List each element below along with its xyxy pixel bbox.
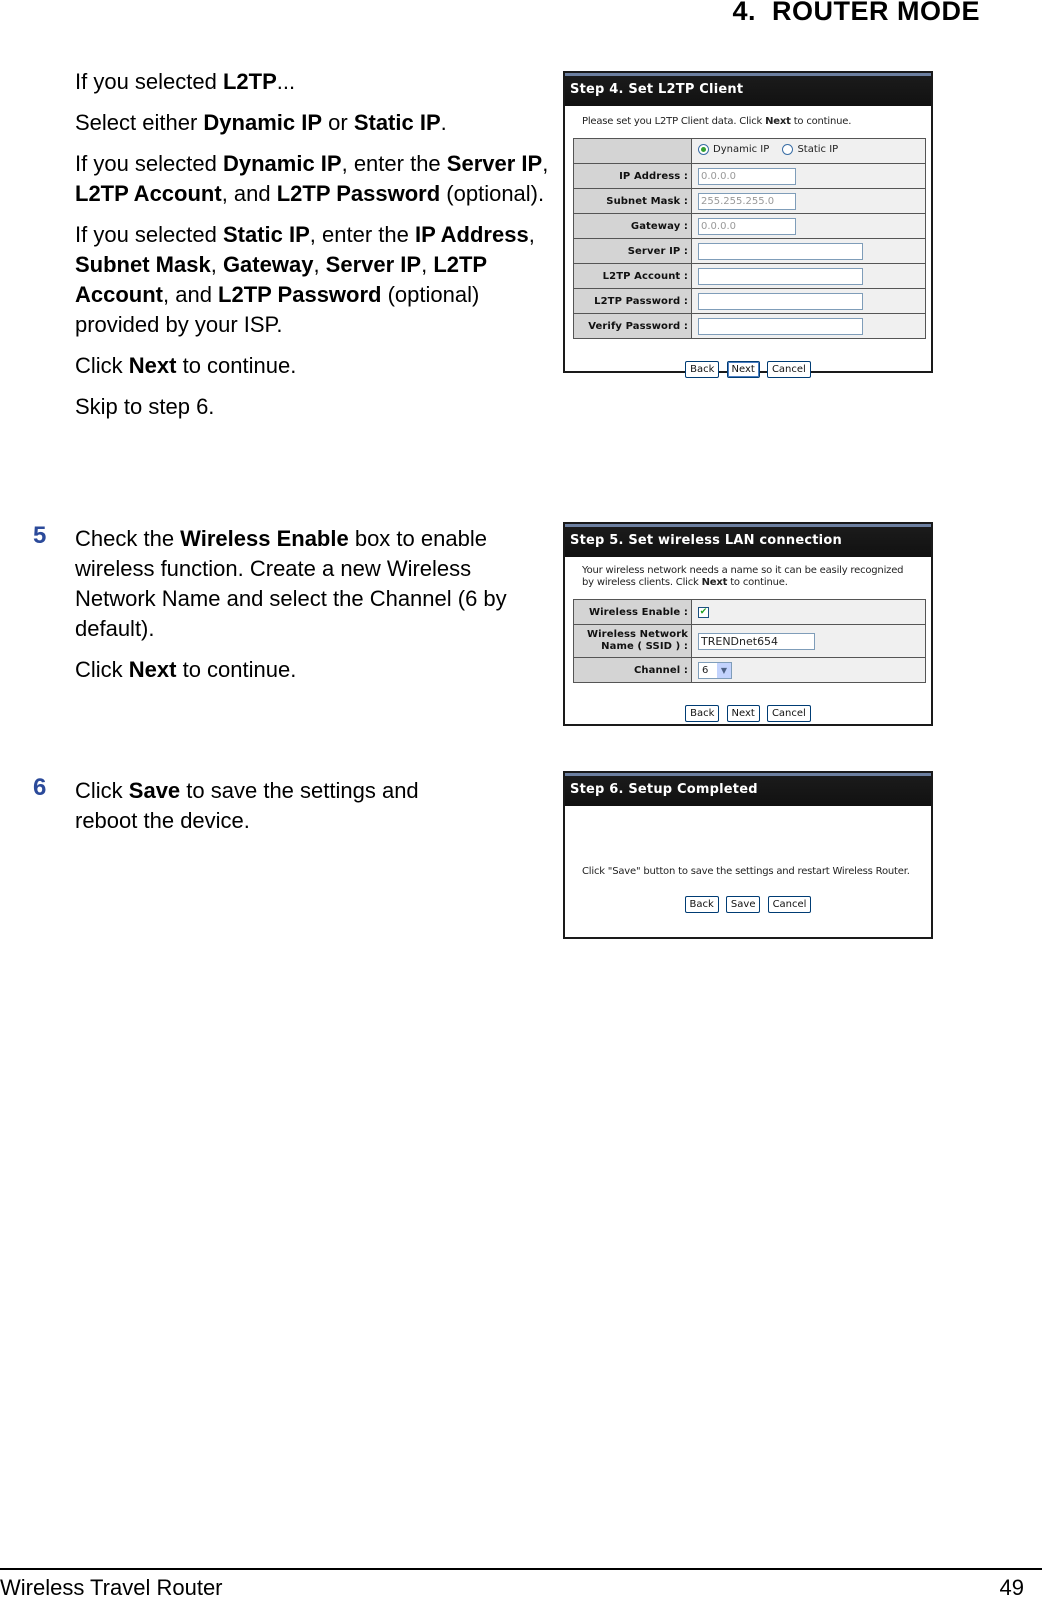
field-label: Server IP : [573,238,692,264]
l2tp-click-next: Click Next to continue. [75,353,297,378]
back-button[interactable]: Back [685,705,720,722]
save-button[interactable]: Save [725,896,761,913]
panel-title: Step 5. Set wireless LAN connection [565,524,931,557]
gateway-input[interactable]: 0.0.0.0 [698,217,796,235]
step5-click-next: Click Next to continue. [75,657,297,682]
button-row: Back Save Cancel [565,892,931,913]
panel-title: Step 4. Set L2TP Client [565,73,931,106]
field-label: Gateway : [573,213,692,239]
l2tp-form-table: Dynamic IP Static IP IP Address : 0.0.0.0… [573,138,926,339]
form-row: Server IP : [573,238,926,264]
footer-divider [0,1568,1042,1570]
chevron-down-icon: ▼ [717,662,731,678]
button-row: Back Next Cancel [565,357,931,378]
radio-unselected-icon [782,144,794,155]
step5-instructions: Check the Wireless Enable box to enable … [75,524,515,696]
panel-description: Please set you L2TP Client data. Click N… [582,116,852,127]
page-number: 49 [999,1575,1024,1600]
field-label: L2TP Account : [573,263,692,289]
next-button[interactable]: Next [726,705,760,722]
l2tp-password-input[interactable] [698,292,863,310]
form-row: Wireless Network Name ( SSID ) : TRENDnet… [573,624,926,658]
server-ip-input[interactable] [698,242,863,260]
back-button[interactable]: Back [684,896,719,913]
completion-message: Click "Save" button to save the settings… [582,866,910,877]
verify-password-input[interactable] [698,317,863,335]
form-row: Verify Password : [573,313,926,339]
field-label: Verify Password : [573,313,692,339]
ssid-input[interactable]: TRENDnet654 [698,632,815,650]
field-label: Subnet Mask : [573,188,692,214]
cancel-button[interactable]: Cancel [766,705,811,722]
field-label: Wireless Network Name ( SSID ) : [573,624,692,658]
step6-instructions: Click Save to save the settings and rebo… [75,776,475,847]
l2tp-static-instructions: If you selected Static IP, enter the IP … [75,222,535,337]
wireless-form-table: Wireless Enable : ✔ Wireless Network Name… [573,599,926,683]
field-label: Wireless Enable : [573,599,692,625]
form-row: Wireless Enable : ✔ [573,599,926,625]
field-label: IP Address : [573,163,692,189]
step-number-5: 5 [33,522,47,549]
setup-completed-panel: Step 6. Setup Completed Click "Save" but… [563,771,933,939]
button-row: Back Next Cancel [565,701,931,722]
footer-product-name: Wireless Travel Router [0,1575,223,1600]
step6-text: Click Save to save the settings and rebo… [75,778,419,833]
l2tp-account-input[interactable] [698,267,863,285]
wireless-enable-checkbox[interactable]: ✔ [698,607,709,618]
panel-description: Your wireless network needs a name so it… [582,565,904,588]
form-row: Subnet Mask : 255.255.255.0 [573,188,926,214]
field-label: L2TP Password : [573,288,692,314]
form-row: L2TP Password : [573,288,926,314]
cancel-button[interactable]: Cancel [766,361,811,378]
radio-static-ip[interactable]: Static IP [782,144,838,155]
form-row: L2TP Account : [573,263,926,289]
step-number-6: 6 [33,774,47,801]
checkmark-icon: ✔ [699,607,708,617]
form-row: Channel : 6 ▼ [573,657,926,683]
subnet-mask-input[interactable]: 255.255.255.0 [698,192,796,210]
l2tp-intro: If you selected L2TP... [75,69,296,94]
cancel-button[interactable]: Cancel [767,896,812,913]
panel-title: Step 6. Setup Completed [565,773,931,806]
step5-text: Check the Wireless Enable box to enable … [75,526,507,641]
radio-dynamic-ip[interactable]: Dynamic IP [698,144,769,155]
form-row: IP Address : 0.0.0.0 [573,163,926,189]
back-button[interactable]: Back [685,361,720,378]
l2tp-client-panel: Step 4. Set L2TP Client Please set you L… [563,71,933,378]
form-row: Gateway : 0.0.0.0 [573,213,926,239]
l2tp-dynamic-instructions: If you selected Dynamic IP, enter the Se… [75,151,549,206]
l2tp-skip: Skip to step 6. [75,394,215,419]
wireless-lan-panel: Step 5. Set wireless LAN connection Your… [563,522,933,726]
channel-select[interactable]: 6 ▼ [698,661,732,679]
l2tp-select-mode: Select either Dynamic IP or Static IP. [75,110,447,135]
chapter-title: 4. ROUTER MODE [732,0,980,26]
next-button[interactable]: Next [726,361,760,378]
field-label: Channel : [573,657,692,683]
mode-row: Dynamic IP Static IP [573,138,926,164]
ip-address-input[interactable]: 0.0.0.0 [698,167,796,185]
radio-selected-icon [698,144,709,155]
l2tp-instructions: If you selected L2TP... Select either Dy… [75,67,555,433]
